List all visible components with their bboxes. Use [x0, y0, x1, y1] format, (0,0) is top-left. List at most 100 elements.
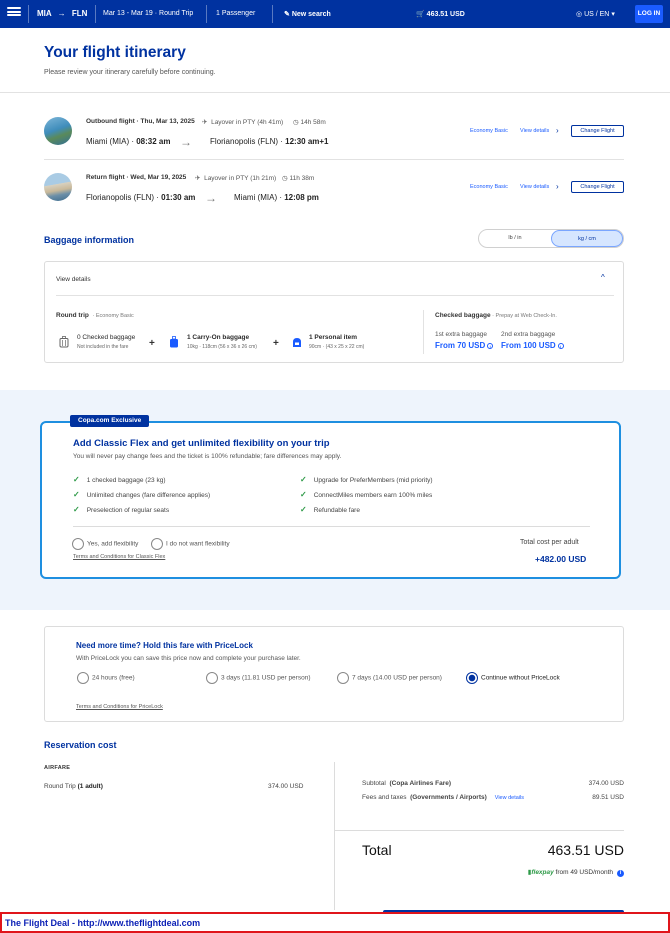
layover-text: Layover in PTY (1h 21m) [204, 175, 277, 182]
radio-button[interactable] [77, 672, 89, 684]
baggage-panel: View details ^ Round trip · Economy Basi… [44, 261, 624, 363]
page-subtitle: Please review your itinerary carefully b… [44, 69, 216, 76]
passenger-count[interactable]: 1 Passenger [216, 10, 255, 17]
info-icon[interactable]: i [617, 870, 624, 877]
flex-divider [73, 526, 590, 527]
flight-title: Return flight · Wed, Mar 19, 2025 [86, 174, 187, 181]
view-details-link[interactable]: View details [520, 184, 549, 190]
header-divider [95, 5, 96, 23]
departure-time: 01:30 am [161, 193, 196, 202]
fees-line: Fees and taxes (Governments / Airports) V… [362, 794, 524, 801]
flexpay-offer[interactable]: ▮flexpay from 49 USD/month i [470, 868, 624, 877]
change-flight-button[interactable]: Change Flight [571, 181, 624, 193]
bag-item-title: 1 Carry-On baggage [187, 334, 250, 341]
watermark-banner: The Flight Deal - http://www.theflightde… [0, 912, 670, 933]
plane-icon: ✈ [202, 119, 208, 126]
flex-feature-text: ConnectMiles members earn 100% miles [313, 492, 433, 499]
radio-button[interactable] [337, 672, 349, 684]
arrival-time: 12:08 pm [284, 193, 319, 202]
arrival-info: Florianopolis (FLN) · 12:30 am+1 [210, 137, 329, 146]
total-label: Total [362, 842, 392, 858]
trip-dates[interactable]: Mar 13 - Mar 19 · Round Trip [103, 10, 193, 17]
new-search-button[interactable]: ✎ New search [284, 10, 331, 18]
pricelock-option[interactable]: 3 days (11.81 USD per person) [206, 672, 310, 684]
cost-vertical-divider [334, 762, 335, 910]
reservation-cost-title: Reservation cost [44, 740, 117, 750]
fare-family-link[interactable]: Economy Basic [470, 184, 508, 190]
layover-text: Layover in PTY (4h 41m) [211, 119, 284, 126]
login-button[interactable]: LOG IN [635, 5, 663, 23]
page-title: Your flight itinerary [44, 44, 186, 61]
change-flight-button[interactable]: Change Flight [571, 125, 624, 137]
info-icon[interactable]: i [487, 342, 494, 349]
flex-feature: ✓ Refundable fare [300, 505, 360, 514]
bag-item-sub: 90cm · (43 x 25 x 22 cm) [309, 344, 365, 350]
round-trip-line: Round Trip (1 adult) [44, 783, 103, 790]
flex-option-label: Yes, add flexibility [87, 540, 139, 548]
plane-icon: ✈ [195, 175, 201, 182]
fare-family-link[interactable]: Economy Basic [470, 128, 508, 134]
exclusive-badge: Copa.com Exclusive [70, 415, 150, 427]
info-icon[interactable]: i [557, 342, 564, 349]
unit-option-kg[interactable]: kg / cm [551, 230, 623, 247]
subtotal-detail: (Copa Airlines Fare) [389, 780, 452, 787]
flex-option-yes[interactable]: Yes, add flexibility [72, 538, 138, 550]
radio-button[interactable] [206, 672, 218, 684]
pricelock-option[interactable]: 7 days (14.00 USD per person) [337, 672, 442, 684]
extra-baggage-2-value: From 100 USD [501, 341, 556, 350]
baggage-round-trip: Round trip · Economy Basic [56, 312, 134, 319]
return-flight-card: Return flight · Wed, Mar 19, 2025 ✈ Layo… [44, 173, 624, 221]
header-divider [28, 5, 29, 23]
unit-option-lb[interactable]: lb / in [479, 230, 551, 247]
radio-button-selected[interactable] [466, 672, 478, 684]
flex-terms-link[interactable]: Terms and Conditions for Classic Flex [73, 554, 165, 560]
cart-total[interactable]: 🛒 463.51 USD [416, 10, 465, 18]
fees-value: 89.51 USD [592, 794, 624, 801]
pricelock-title: Need more time? Hold this fare with Pric… [76, 641, 253, 650]
flex-option-label: I do not want flexibility [166, 540, 230, 548]
destination-photo [44, 117, 72, 145]
chevron-right-icon: › [556, 126, 559, 135]
baggage-vertical-divider [423, 310, 424, 354]
pricelock-option-label: 7 days (14.00 USD per person) [352, 674, 442, 682]
baggage-divider [56, 295, 614, 296]
extra-baggage-1-price: From 70 USD i [435, 341, 494, 350]
cart-price: 463.51 USD [426, 11, 465, 18]
flex-option-no[interactable]: I do not want flexibility [151, 538, 230, 550]
carry-on-icon [170, 336, 178, 348]
chevron-up-icon[interactable]: ^ [601, 273, 605, 282]
globe-icon: ◎ [576, 11, 583, 18]
view-details-link[interactable]: View details [520, 128, 549, 134]
flexpay-brand: flexpay [531, 869, 554, 876]
subtotal-line: Subtotal (Copa Airlines Fare) [362, 780, 451, 787]
pricelock-terms-link[interactable]: Terms and Conditions for PriceLock [76, 704, 163, 710]
copa-logo-icon[interactable] [7, 7, 21, 20]
unit-toggle: lb / in kg / cm [478, 229, 624, 248]
flexpay-text: from 49 USD/month [553, 869, 613, 876]
flex-title: Add Classic Flex and get unlimited flexi… [73, 438, 330, 449]
watermark-text: The Flight Deal - http://www.theflightde… [5, 918, 201, 928]
top-navigation-bar: MIA → FLN Mar 13 - Mar 19 · Round Trip 1… [0, 0, 670, 28]
pricelock-option[interactable]: 24 hours (free) [77, 672, 135, 684]
language-selector[interactable]: ◎ US / EN ▾ [576, 10, 615, 18]
flex-total-price: +482.00 USD [535, 554, 587, 564]
check-icon: ✓ [300, 490, 307, 499]
fees-view-details-link[interactable]: View details [495, 795, 524, 801]
arrow-right-icon: → [180, 135, 192, 149]
round-trip-fare: · Economy Basic [92, 313, 134, 319]
bag-item-sub: 10kg · 118cm (56 x 36 x 26 cm) [187, 344, 257, 350]
pricelock-option-selected[interactable]: Continue without PriceLock [466, 672, 560, 684]
cart-icon: 🛒 [416, 11, 425, 18]
route-summary[interactable]: MIA → FLN [37, 9, 87, 18]
baggage-view-details-toggle[interactable]: View details [56, 276, 91, 283]
radio-button[interactable] [151, 538, 163, 550]
chevron-right-icon: › [556, 182, 559, 191]
backpack-icon [293, 338, 301, 347]
flex-feature: ✓ 1 checked baggage (23 kg) [73, 475, 165, 484]
radio-button[interactable] [72, 538, 84, 550]
round-trip-label: Round trip [56, 312, 89, 319]
plus-icon: + [273, 338, 279, 349]
pricelock-subtitle: With PriceLock you can save this price n… [76, 655, 301, 662]
total-divider [334, 830, 624, 831]
flight-duration: ◷ 14h 58m [293, 118, 326, 126]
